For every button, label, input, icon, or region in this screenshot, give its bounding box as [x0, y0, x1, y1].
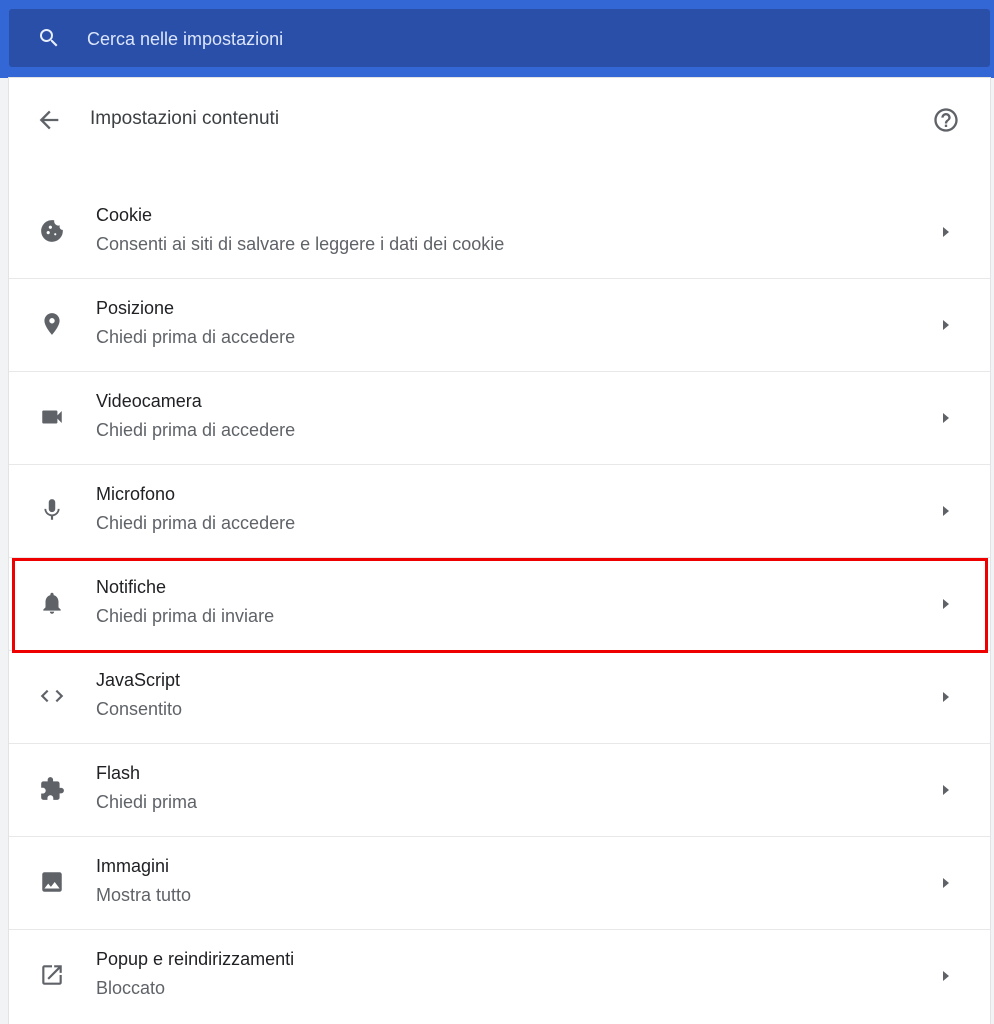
- bell-icon: [43, 592, 61, 614]
- setting-row-posizione[interactable]: Posizione Chiedi prima di accedere: [9, 279, 990, 372]
- chevron-right-icon: [943, 785, 949, 795]
- setting-row-notifiche[interactable]: Notifiche Chiedi prima di inviare: [9, 558, 990, 651]
- code-icon: [40, 689, 64, 703]
- page-header: Impostazioni contenuti: [9, 78, 990, 162]
- chevron-right-icon: [943, 506, 949, 516]
- help-icon[interactable]: [932, 106, 960, 134]
- chevron-right-icon: [943, 320, 949, 330]
- chevron-right-icon: [943, 692, 949, 702]
- setting-title: JavaScript: [96, 670, 181, 690]
- chevron-right-icon: [943, 878, 949, 888]
- cookie-icon: [41, 220, 63, 242]
- setting-row-cookie[interactable]: Cookie Consenti ai siti di salvare e leg…: [9, 186, 990, 279]
- setting-title: Microfono: [96, 484, 176, 504]
- videocam-icon: [42, 410, 62, 424]
- setting-row-javascript[interactable]: JavaScript Consentito: [9, 651, 990, 744]
- setting-title: Posizione: [96, 298, 175, 318]
- setting-subtitle: Chiedi prima di accedere: [96, 327, 296, 347]
- setting-subtitle: Consentito: [96, 699, 183, 719]
- content-settings-card: Impostazioni contenuti Cookie Consenti a…: [9, 78, 990, 1024]
- back-arrow-icon[interactable]: [35, 106, 63, 134]
- location-pin-icon: [44, 313, 60, 335]
- puzzle-icon: [41, 777, 64, 800]
- setting-subtitle: Chiedi prima: [96, 792, 198, 812]
- chevron-right-icon: [943, 971, 949, 981]
- setting-subtitle: Bloccato: [96, 978, 166, 998]
- setting-row-flash[interactable]: Flash Chiedi prima: [9, 744, 990, 837]
- open-in-new-icon: [42, 965, 62, 985]
- setting-subtitle: Chiedi prima di accedere: [96, 420, 296, 440]
- search-input[interactable]: [85, 23, 969, 55]
- chevron-right-icon: [943, 413, 949, 423]
- setting-title: Notifiche: [96, 577, 167, 597]
- setting-title: Cookie: [96, 205, 153, 225]
- setting-title: Immagini: [96, 856, 170, 876]
- chevron-right-icon: [943, 599, 949, 609]
- setting-row-popup[interactable]: Popup e reindirizzamenti Bloccato: [9, 930, 990, 1023]
- search-icon[interactable]: [37, 26, 61, 50]
- image-icon: [42, 872, 62, 892]
- setting-row-immagini[interactable]: Immagini Mostra tutto: [9, 837, 990, 930]
- setting-subtitle: Chiedi prima di accedere: [96, 513, 296, 533]
- top-bar: [0, 0, 994, 78]
- settings-list: Cookie Consenti ai siti di salvare e leg…: [9, 186, 990, 1023]
- setting-subtitle: Mostra tutto: [96, 885, 192, 905]
- setting-subtitle: Consenti ai siti di salvare e leggere i …: [96, 234, 505, 254]
- setting-title: Videocamera: [96, 391, 202, 411]
- setting-row-microfono[interactable]: Microfono Chiedi prima di accedere: [9, 465, 990, 558]
- setting-row-videocamera[interactable]: Videocamera Chiedi prima di accedere: [9, 372, 990, 465]
- setting-subtitle: Chiedi prima di inviare: [96, 606, 275, 626]
- microphone-icon: [44, 499, 60, 520]
- page-title: Impostazioni contenuti: [90, 108, 280, 129]
- search-box[interactable]: [9, 9, 990, 67]
- setting-title: Flash: [96, 763, 141, 783]
- setting-title: Popup e reindirizzamenti: [96, 949, 295, 969]
- chevron-right-icon: [943, 227, 949, 237]
